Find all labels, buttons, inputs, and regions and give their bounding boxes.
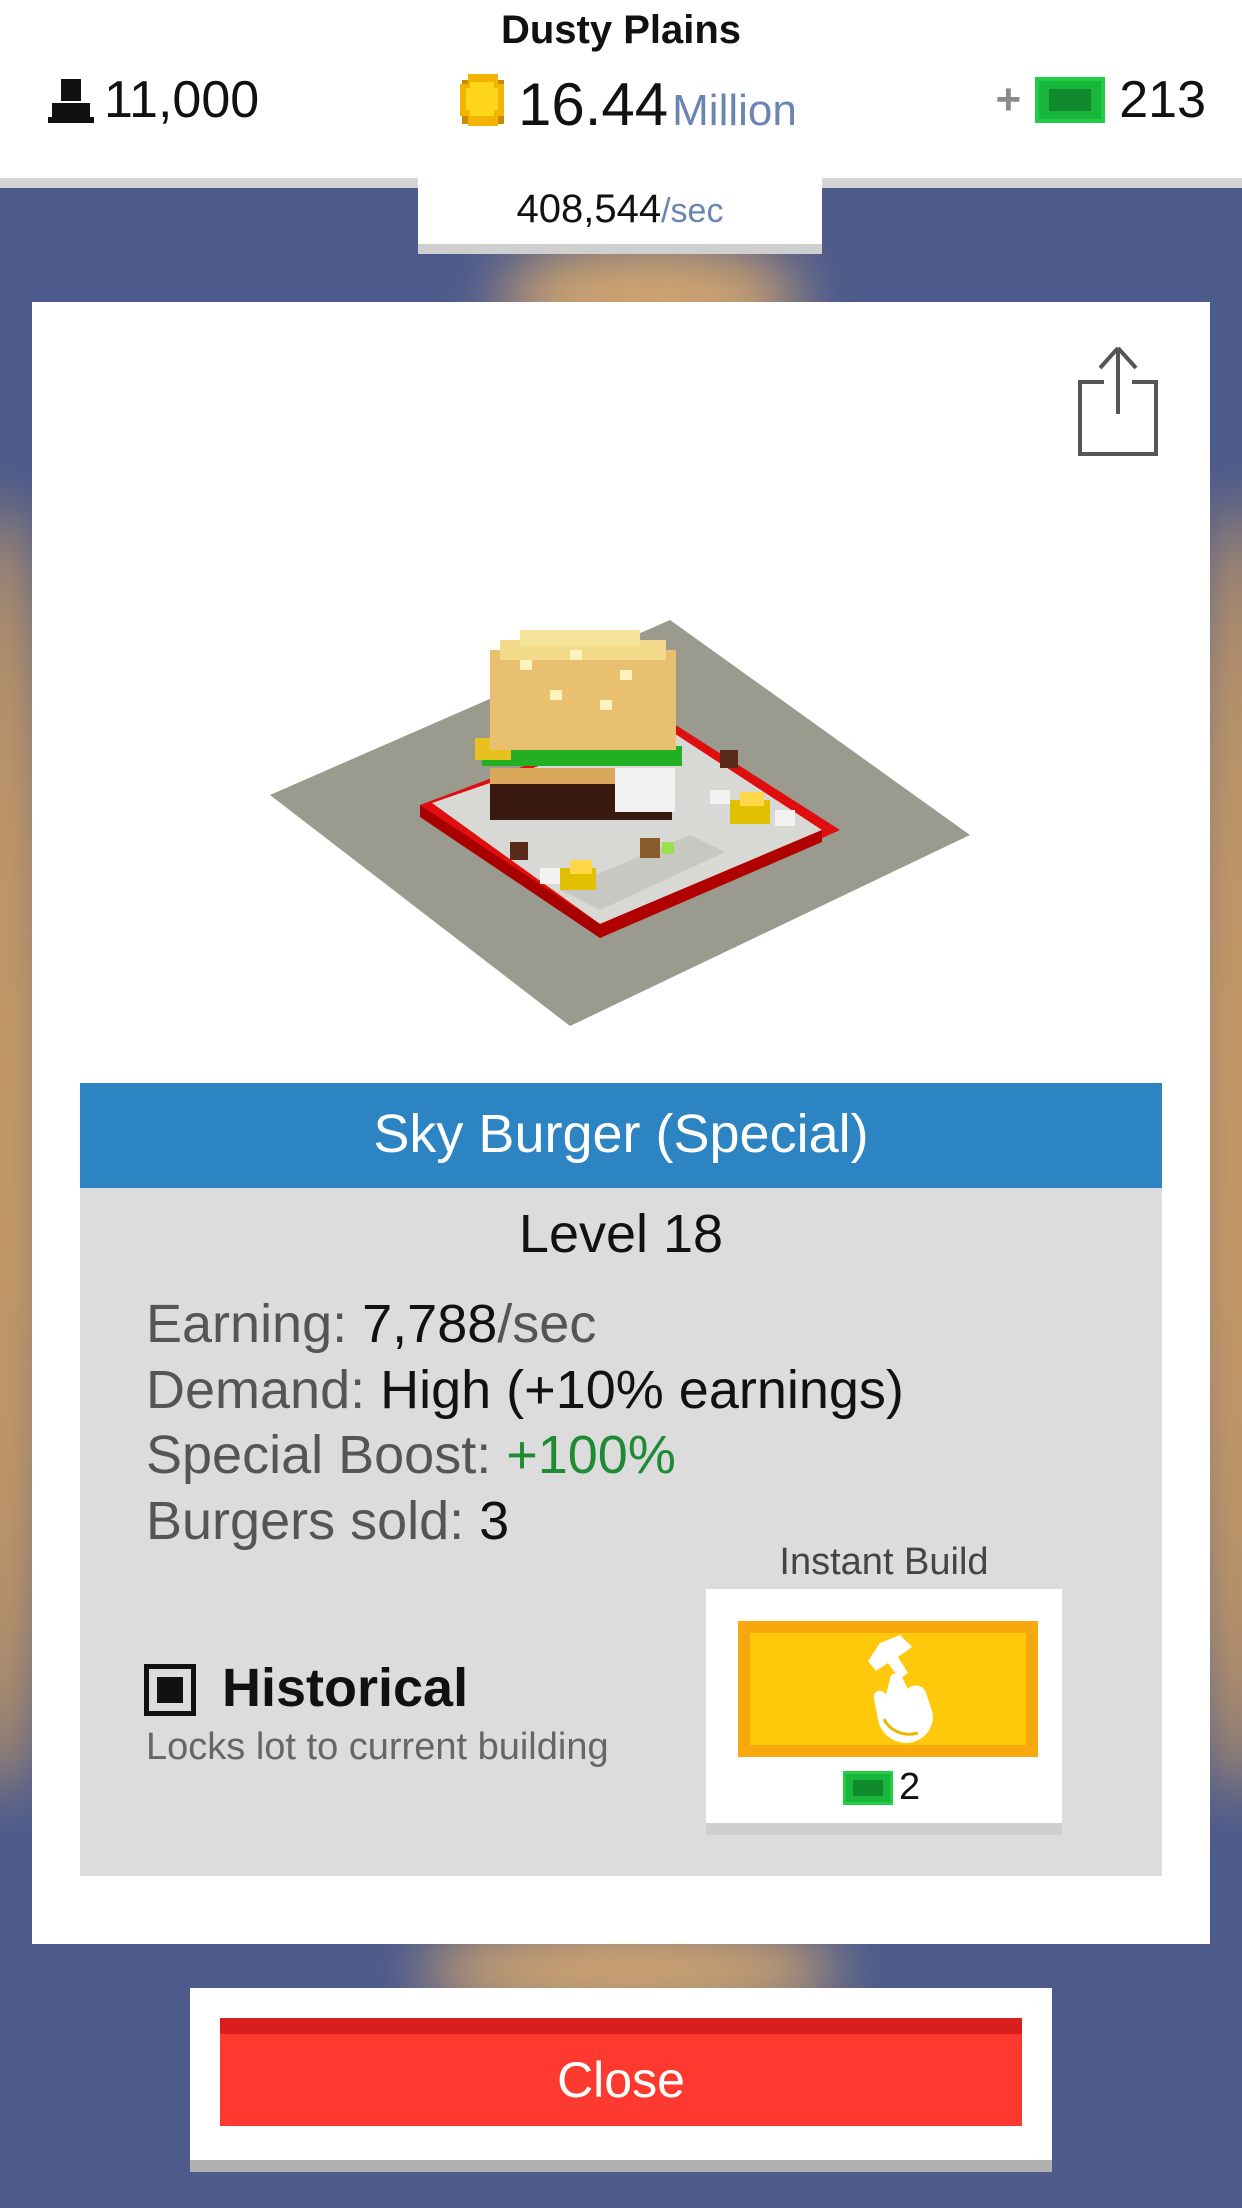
stat-special-boost: Special Boost: +100% [146, 1424, 676, 1486]
population-value: 11,000 [104, 71, 260, 129]
close-button[interactable]: Close [220, 2018, 1022, 2126]
city-name: Dusty Plains [500, 8, 742, 52]
building-title: Sky Burger (Special) [80, 1083, 1162, 1188]
building-illustration [270, 620, 970, 1026]
stat-demand: Demand: High (+10% earnings) [146, 1359, 904, 1421]
add-bucks-button[interactable]: + [996, 75, 1022, 125]
stat-value: +100% [506, 1425, 676, 1485]
instant-build-button[interactable] [738, 1621, 1038, 1757]
stat-value: 3 [479, 1491, 510, 1551]
stat-unit: /sec [497, 1294, 597, 1354]
stat-value: 7,788 [362, 1294, 498, 1354]
money-unit: Million [672, 86, 797, 135]
stat-label: Earning: [146, 1294, 363, 1354]
building-level: Level 18 [518, 1204, 724, 1264]
instant-build-cost: 2 [843, 1766, 920, 1809]
cash-icon [1035, 77, 1106, 123]
historical-checkbox[interactable] [144, 1664, 196, 1716]
population-counter: 11,000 [48, 70, 259, 130]
cash-icon [843, 1770, 893, 1805]
coin-icon [460, 74, 504, 126]
stat-burgers-sold: Burgers sold: 3 [146, 1490, 509, 1552]
stat-label: Special Boost: [146, 1425, 507, 1485]
instant-build-cost-value: 2 [899, 1766, 921, 1808]
income-rate-unit: /sec [661, 192, 724, 230]
stat-earning: Earning: 7,788/sec [146, 1293, 596, 1355]
stat-label: Burgers sold: [146, 1491, 480, 1551]
income-rate-tab: 408,544/sec [418, 178, 822, 254]
money-value: 16.44 [518, 71, 669, 138]
share-icon[interactable] [1076, 344, 1160, 458]
bucks-counter[interactable]: + 213 [996, 70, 1206, 130]
money-counter: 16.44 Million [458, 70, 797, 138]
historical-label[interactable]: Historical [222, 1657, 468, 1719]
person-icon [48, 79, 94, 123]
bucks-value: 213 [1119, 71, 1206, 129]
stat-value: High (+10% earnings) [380, 1360, 904, 1420]
income-rate-value: 408,544 [516, 187, 662, 231]
instant-build-label: Instant Build [779, 1541, 989, 1583]
historical-description: Locks lot to current building [146, 1726, 609, 1768]
stat-label: Demand: [146, 1360, 381, 1420]
hammer-hand-icon [868, 1635, 933, 1743]
